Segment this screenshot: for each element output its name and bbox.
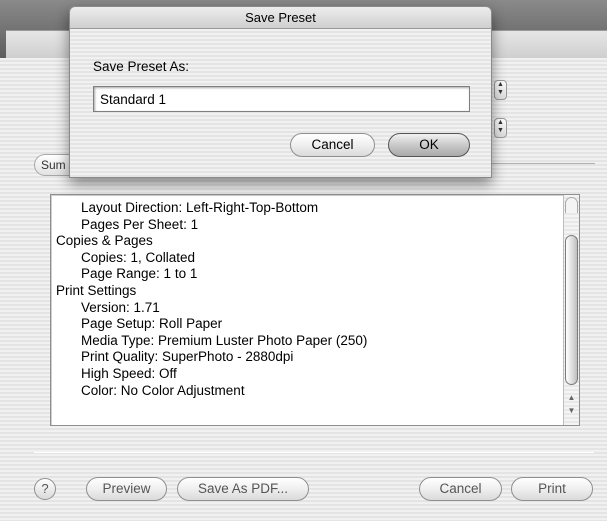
summary-line: Layout Direction: Left-Right-Top-Bottom [81,200,319,215]
summary-line: Page Setup: Roll Paper [81,316,223,332]
tab-summary-label: Sum [41,158,66,172]
summary-line: Color: No Color Adjustment [81,382,245,398]
save-preset-sheet: Save Preset Save Preset As: Cancel OK [69,6,492,178]
scrollbar-thumb[interactable] [565,235,578,385]
footer-divider [34,452,594,453]
preset-name-input[interactable] [93,86,470,112]
ok-button[interactable]: OK [388,133,470,157]
summary-line: Print Settings [56,282,137,298]
sheet-cancel-button[interactable]: Cancel [290,133,375,157]
cancel-button[interactable]: Cancel [419,477,502,501]
scroll-arrows-icon[interactable]: ▲ ▼ [565,391,578,421]
summary-line: Media Type: Premium Luster Photo Paper (… [81,332,368,348]
save-as-pdf-button[interactable]: Save As PDF... [177,477,309,501]
stepper-updown-icon[interactable]: ▲ ▼ [494,80,507,100]
summary-lines: Layout Direction: Left-Right-Top-Bottom P… [56,200,561,399]
summary-line: High Speed: Off [81,365,177,381]
summary-text-box[interactable]: Layout Direction: Left-Right-Top-Bottom P… [50,194,580,426]
summary-line: Page Range: 1 to 1 [81,266,198,282]
stepper-updown-icon[interactable]: ▲ ▼ [494,118,507,138]
scrollbar-top-cap [565,197,578,213]
summary-line: Pages Per Sheet: 1 [81,216,199,232]
print-dialog-window: ▲ ▼ ▲ ▼ Sum Layout Direction: Left-Right-T… [0,0,607,521]
summary-line: Copies: 1, Collated [81,249,196,265]
summary-line: Version: 1.71 [81,299,160,315]
question-mark-icon: ? [41,481,49,496]
tab-summary[interactable]: Sum [34,154,74,176]
summary-line: Copies & Pages [56,233,153,249]
sheet-body: Save Preset As: Cancel OK [70,29,491,177]
summary-line: Print Quality: SuperPhoto - 2880dpi [81,349,294,365]
preview-button[interactable]: Preview [86,477,167,501]
vertical-scrollbar[interactable]: ▲ ▼ [563,195,579,425]
sheet-title: Save Preset [70,7,491,29]
preset-name-label: Save Preset As: [93,59,190,74]
print-button[interactable]: Print [511,477,593,501]
help-button[interactable]: ? [34,478,56,500]
